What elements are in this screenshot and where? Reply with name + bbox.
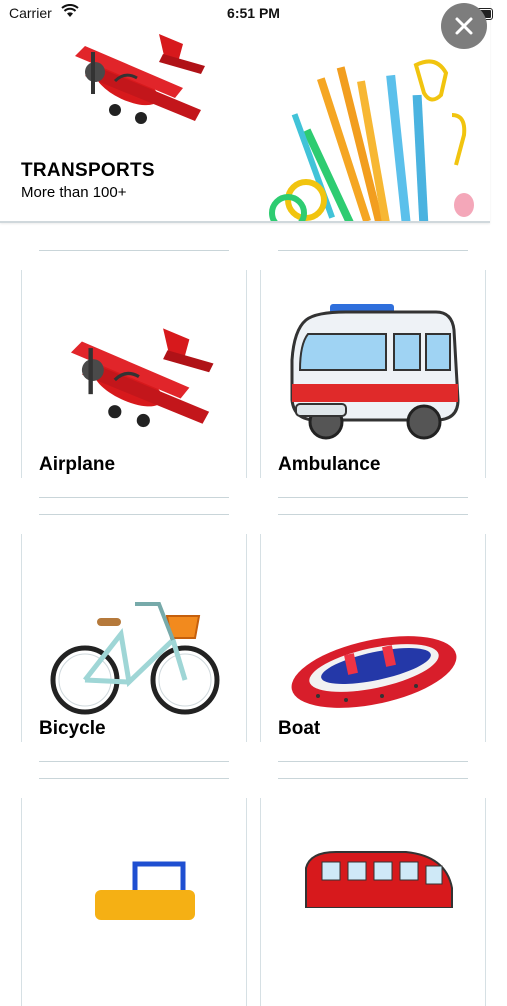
status-bar: Carrier 6:51 PM xyxy=(0,0,507,28)
close-button[interactable] xyxy=(441,3,487,49)
item-label: Bicycle xyxy=(39,718,106,739)
bus-icon xyxy=(305,851,453,908)
grid-item-road-roller[interactable] xyxy=(21,778,247,1006)
stationery-icon xyxy=(269,59,474,221)
grid-item-ambulance[interactable]: Ambulance xyxy=(260,250,486,498)
item-label: Airplane xyxy=(39,454,116,475)
clock: 6:51 PM xyxy=(227,5,280,21)
page-subtitle: More than 100+ xyxy=(21,184,127,201)
bicycle-icon xyxy=(50,602,220,715)
item-label: Ambulance xyxy=(278,454,381,475)
road-roller-icon xyxy=(95,861,195,920)
item-label: Boat xyxy=(278,718,321,739)
boat-icon xyxy=(291,636,457,708)
grid-item-bus[interactable] xyxy=(260,778,486,1006)
ambulance-icon xyxy=(290,304,460,440)
grid-item-boat[interactable]: Boat xyxy=(260,514,486,762)
category-header: TRANSPORTS More than 100+ xyxy=(0,0,490,223)
close-icon xyxy=(455,17,473,35)
page-title: TRANSPORTS xyxy=(21,160,155,181)
grid-item-bicycle[interactable]: Bicycle xyxy=(21,514,247,762)
grid-item-airplane[interactable]: Airplane xyxy=(21,250,247,498)
airplane-icon xyxy=(70,328,214,428)
airplane-icon xyxy=(75,34,205,124)
